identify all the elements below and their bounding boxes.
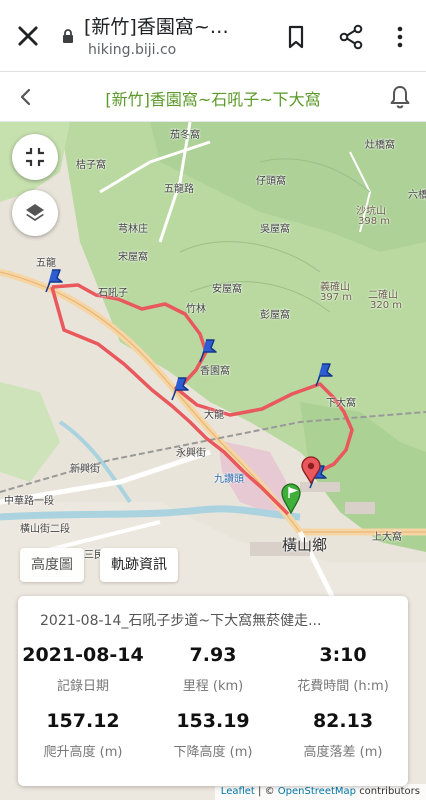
stat-label: 里程 (km) [182,679,244,694]
end-pin-icon[interactable] [300,456,322,484]
place-label: 上大窩 [372,532,402,543]
place-label: 六橋 [408,190,426,201]
tab-track-info[interactable]: 軌跡資訊 [100,548,178,582]
exit-fullscreen-button[interactable] [12,134,58,180]
map-attribution: Leaflet | © OpenStreetMap contributors [214,784,426,800]
stat-label: 爬升高度 (m) [43,745,123,760]
page-title: [新竹]香園窩~… [84,16,229,38]
road-label: 永興街 [176,448,206,459]
place-label: 桔子窩 [76,160,106,171]
exit-fullscreen-icon [26,148,44,166]
stat-label: 下降高度 (m) [173,745,253,760]
place-label: 九讚頭 [214,474,244,485]
app-header: [新竹]香園窩~石吼子~下大窩 [0,72,426,122]
stat-value: 3:10 [319,644,367,666]
road-label: 竹林 [186,304,206,315]
place-label: 香園窩 [200,366,230,377]
stat-distance: 7.93 里程 (km) [148,644,278,694]
stat-value: 7.93 [189,644,237,666]
osm-link[interactable]: OpenStreetMap [278,786,356,797]
stat-descent: 153.19 下降高度 (m) [148,710,278,760]
place-label: 大龍 [204,410,224,421]
place-label: 五龍 [36,258,56,269]
lock-icon [63,29,73,43]
bookmark-icon[interactable] [284,24,308,50]
place-label: 宋屋窩 [118,252,148,263]
tab-elevation[interactable]: 高度圖 [20,548,84,582]
place-label: 芎林庄 [118,224,148,235]
trail-title: [新竹]香園窩~石吼子~下大窩 [105,90,321,109]
start-pin-icon[interactable] [280,482,302,514]
place-label: 茄冬窩 [170,130,200,141]
stat-date: 2021-08-14 記錄日期 [18,644,148,694]
back-chevron-icon[interactable] [16,85,36,109]
bell-icon[interactable] [388,84,412,110]
road-label: 新興街 [70,464,100,475]
stat-ascent: 157.12 爬升高度 (m) [18,710,148,760]
place-label: 石吼子 [98,288,128,299]
more-vert-icon[interactable] [390,24,410,50]
attribution-suffix: contributors [359,786,420,797]
attribution-separator: | © [258,786,275,797]
place-label: 灶橋窩 [365,140,395,151]
road-label: 中華路一段 [4,496,54,507]
elevation-label: 398 m [358,216,391,227]
place-label: 下大窩 [326,398,356,409]
url-text[interactable]: hiking.biji.co [88,42,176,58]
waypoint-pin-icon[interactable] [312,362,336,388]
road-label: 五龍路 [164,184,194,195]
place-label: 安屋窩 [212,284,242,295]
close-icon[interactable] [14,22,42,50]
stat-value: 153.19 [176,710,250,732]
stat-duration: 3:10 花費時間 (h:m) [278,644,408,694]
place-label: 義確山 [320,282,350,293]
place-label: 彭屋窩 [260,310,290,321]
waypoint-pin-icon[interactable] [196,338,220,364]
town-label: 橫山鄉 [282,536,328,554]
place-label: 二確山 [368,290,398,301]
elevation-label: 320 m [370,300,403,311]
place-label: 吳屋窩 [260,224,290,235]
browser-toolbar: [新竹]香園窩~… hiking.biji.co [0,0,426,72]
waypoint-pin-icon[interactable] [42,268,66,294]
stat-value: 157.12 [46,710,120,732]
stat-value: 2021-08-14 [22,644,144,666]
stat-value: 82.13 [312,710,374,732]
track-title[interactable]: 2021-08-14_石吼子步道~下大窩無菸健走... [40,610,390,630]
stat-label: 記錄日期 [56,679,109,694]
leaflet-link[interactable]: Leaflet [221,786,255,797]
road-label: 橫山街二段 [20,524,70,535]
share-icon[interactable] [338,24,364,50]
elevation-label: 397 m [320,292,353,303]
layers-button[interactable] [12,190,58,236]
track-stats-card: 2021-08-14_石吼子步道~下大窩無菸健走... 2021-08-14 記… [18,596,408,786]
stat-label: 花費時間 (h:m) [297,679,389,694]
layers-icon [26,204,44,221]
waypoint-pin-icon[interactable] [168,376,192,402]
place-label: 沙坑山 [356,206,386,217]
place-label: 仔頭窩 [256,176,286,187]
stat-elevation-drop: 82.13 高度落差 (m) [278,710,408,760]
stat-label: 高度落差 (m) [303,745,383,760]
